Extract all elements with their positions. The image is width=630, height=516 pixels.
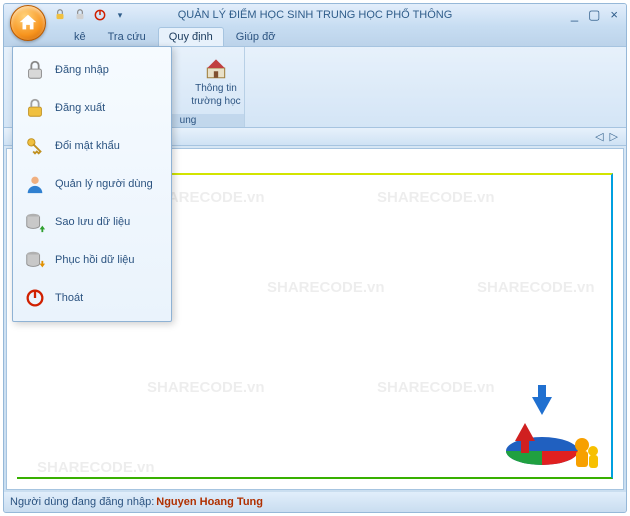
menu-restore[interactable]: Phục hồi dữ liệu	[13, 241, 171, 279]
menu-backup[interactable]: Sao lưu dữ liệu	[13, 203, 171, 241]
qat-logout-icon[interactable]	[72, 7, 88, 23]
ribbon-item-truong-hoc[interactable]: Thông tin trường học	[188, 47, 244, 114]
menu-exit[interactable]: Thoát	[13, 279, 171, 317]
app-menu-dropdown: Đăng nhập Đăng xuất Đổi mật khẩu Quản lý…	[12, 46, 172, 322]
database-down-icon	[23, 248, 47, 272]
quick-access-toolbar: ▾	[52, 7, 128, 23]
login-icon	[23, 58, 47, 82]
ribbon-item-label: trường học	[191, 96, 240, 107]
close-button[interactable]: ×	[610, 7, 618, 23]
maximize-button[interactable]: ▢	[588, 7, 600, 23]
menu-user-management[interactable]: Quản lý người dùng	[13, 165, 171, 203]
menu-label: Đăng nhập	[55, 64, 109, 76]
ribbon-item-label: Thông tin	[195, 83, 237, 94]
menu-label: Phục hồi dữ liệu	[55, 254, 135, 266]
nav-prev-button[interactable]: ◁	[595, 130, 603, 143]
home-icon	[17, 12, 39, 34]
title-bar: ▾ QUẢN LÝ ĐIỂM HỌC SINH TRUNG HỌC PHỔ TH…	[4, 4, 626, 26]
tab-quy-dinh[interactable]: Quy định	[158, 27, 224, 46]
nav-next-button[interactable]: ▷	[610, 130, 618, 143]
chart-illustration-icon	[487, 373, 607, 473]
menu-label: Quản lý người dùng	[55, 178, 153, 190]
tab-partial[interactable]: kê	[64, 28, 96, 46]
keys-icon	[23, 134, 47, 158]
ribbon-tabs: kê Tra cứu Quy định Giúp đỡ	[4, 26, 626, 46]
database-up-icon	[23, 210, 47, 234]
status-user: Nguyen Hoang Tung	[156, 496, 263, 508]
app-menu-orb-button[interactable]	[10, 5, 46, 41]
app-window: ▾ QUẢN LÝ ĐIỂM HỌC SINH TRUNG HỌC PHỔ TH…	[3, 3, 627, 513]
school-icon	[202, 55, 230, 81]
menu-logout[interactable]: Đăng xuất	[13, 89, 171, 127]
menu-label: Đổi mật khẩu	[55, 140, 120, 152]
menu-change-password[interactable]: Đổi mật khẩu	[13, 127, 171, 165]
menu-label: Đăng xuất	[55, 102, 105, 114]
minimize-button[interactable]: _	[571, 7, 578, 23]
qat-login-icon[interactable]	[52, 7, 68, 23]
menu-login[interactable]: Đăng nhập	[13, 51, 171, 89]
tab-tra-cuu[interactable]: Tra cứu	[98, 28, 156, 46]
qat-dropdown-icon[interactable]: ▾	[112, 7, 128, 23]
tab-giup-do[interactable]: Giúp đỡ	[226, 28, 286, 46]
menu-label: Thoát	[55, 292, 83, 304]
menu-label: Sao lưu dữ liệu	[55, 216, 130, 228]
qat-exit-icon[interactable]	[92, 7, 108, 23]
status-bar: Người dùng đang đăng nhập: Nguyen Hoang …	[4, 492, 626, 512]
logout-icon	[23, 96, 47, 120]
user-icon	[23, 172, 47, 196]
power-icon	[23, 286, 47, 310]
status-label: Người dùng đang đăng nhập:	[10, 496, 154, 508]
